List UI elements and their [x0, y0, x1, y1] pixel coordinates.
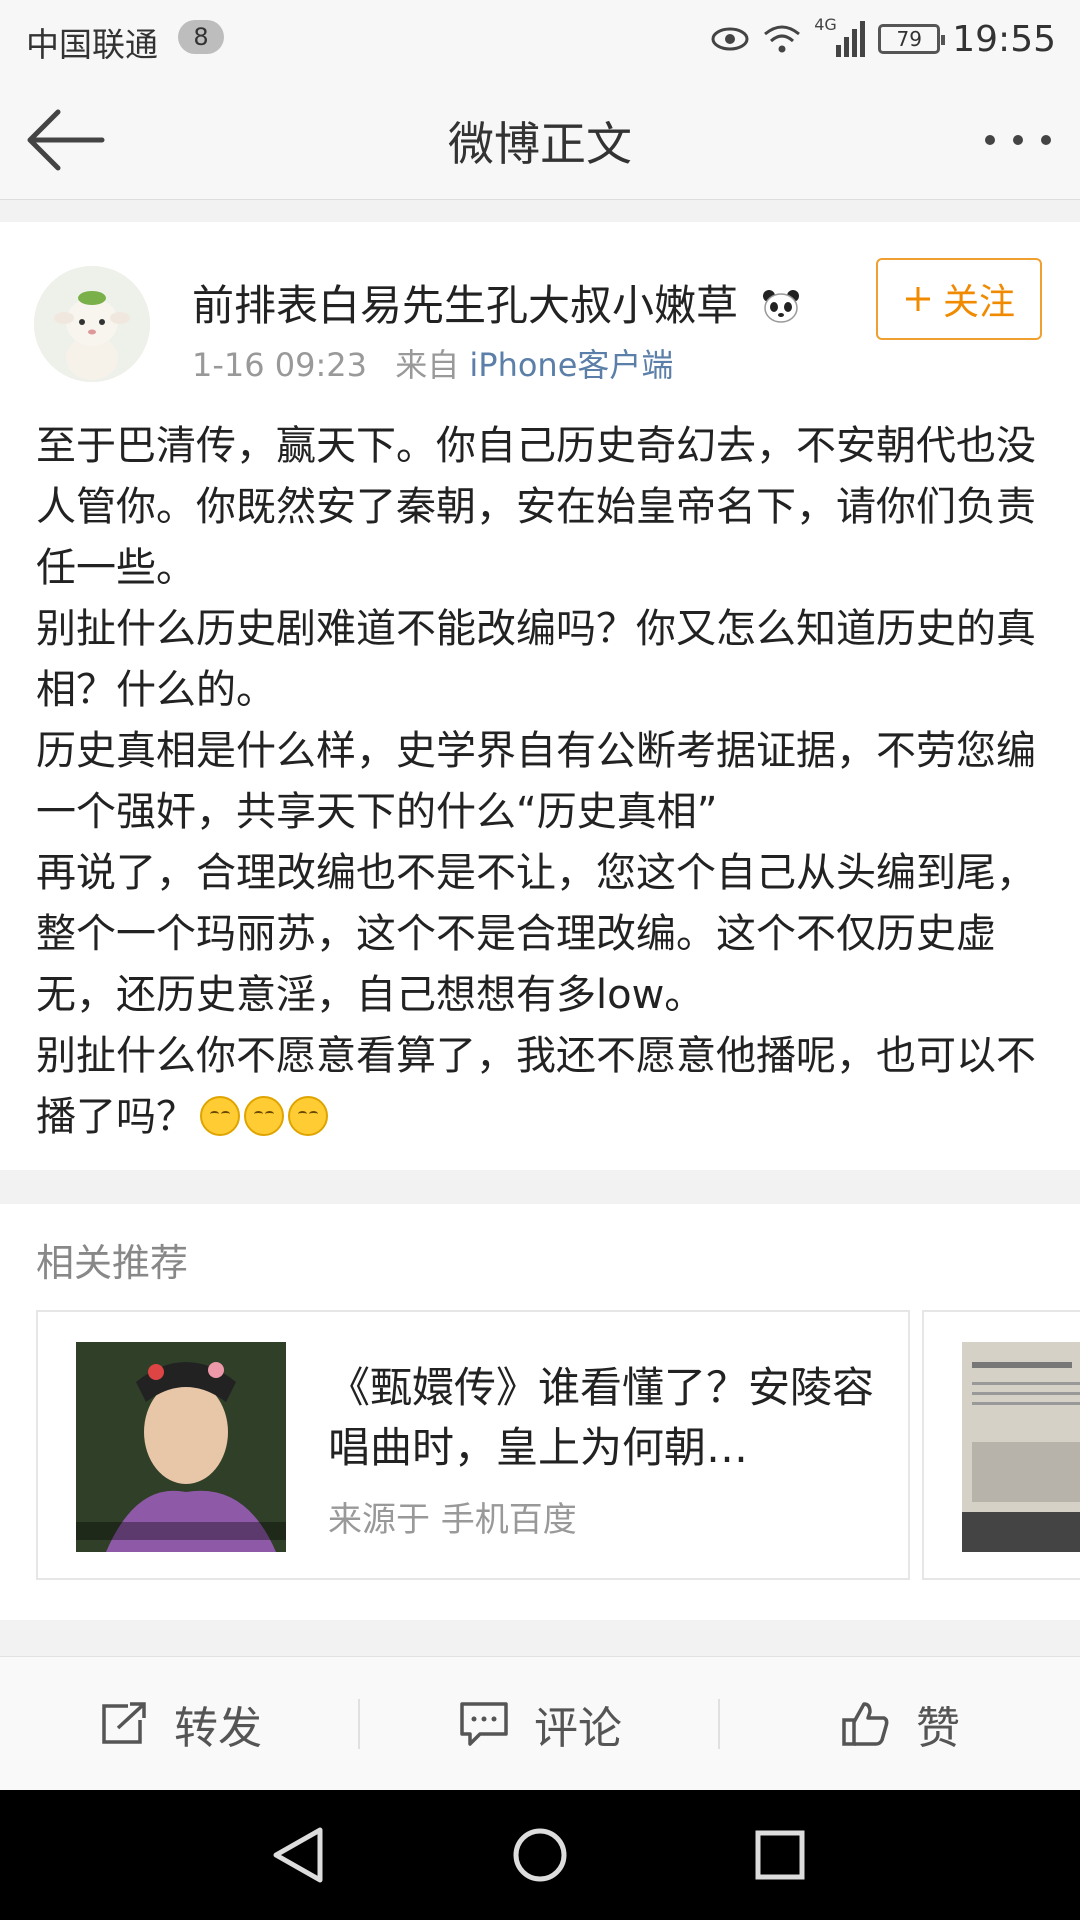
comment-label: 评论 — [534, 1703, 622, 1754]
repost-button[interactable]: 转发 — [0, 1657, 360, 1791]
status-bar: 中国联通 8 4G 79 19:55 — [0, 0, 1080, 80]
follow-button[interactable]: 关注 — [876, 258, 1042, 340]
more-button[interactable] — [978, 114, 1058, 166]
clock: 19:55 — [952, 18, 1056, 60]
nav-back-button[interactable] — [258, 1820, 338, 1890]
comment-button[interactable]: 评论 — [360, 1657, 720, 1791]
battery-icon: 79 — [878, 24, 946, 54]
wifi-icon — [764, 25, 801, 53]
like-label: 赞 — [916, 1703, 960, 1754]
post-card: 前排表白易先生孔大叔小嫩草 1-16 09:23 来自 iPhone客户端 关注… — [0, 222, 1080, 1170]
signal-icon: 4G — [814, 15, 866, 59]
page-title: 微博正文 — [448, 117, 632, 171]
related-thumbnail — [962, 1342, 1080, 1552]
post-paragraph-last: 别扯什么你不愿意看算了，我还不愿意他播呢，也可以不播了吗？ — [36, 1026, 1046, 1148]
repost-label: 转发 — [174, 1703, 262, 1754]
post-paragraph: 别扯什么历史剧难道不能改编吗？你又怎么知道历史的真相？什么的。 — [36, 606, 1036, 713]
circle-home-icon — [513, 1828, 567, 1882]
post-paragraph: 别扯什么你不愿意看算了，我还不愿意他播呢，也可以不播了吗？ — [36, 1033, 1036, 1140]
eye-icon — [711, 27, 749, 51]
post-paragraph: 再说了，合理改编也不是不让，您这个自己从头编到尾，整个一个玛丽苏，这个不是合理改… — [36, 850, 1036, 1018]
drama-still-image — [76, 1342, 286, 1552]
triangle-back-icon — [273, 1827, 323, 1883]
post-meta: 1-16 09:23 来自 iPhone客户端 — [192, 340, 673, 386]
follow-label: 关注 — [942, 282, 1015, 323]
nav-recents-button[interactable] — [740, 1820, 820, 1890]
smirk-emoji-icon — [244, 1096, 284, 1136]
carrier-label: 中国联通 — [26, 25, 158, 64]
related-heading: 相关推荐 — [36, 1241, 189, 1285]
related-source: 来源于 手机百度 — [328, 1500, 577, 1540]
smirk-emoji-icon — [200, 1096, 240, 1136]
nav-home-button[interactable] — [500, 1820, 580, 1890]
source-prefix: 来自 — [395, 346, 460, 384]
repost-icon — [102, 1702, 146, 1744]
action-bar: 转发 评论 赞 — [0, 1656, 1080, 1790]
related-card-partial[interactable] — [922, 1310, 1080, 1580]
username-text: 前排表白易先生孔大叔小嫩草 — [192, 281, 739, 330]
notification-badge: 8 — [178, 20, 224, 54]
related-title: 《甄嬛传》谁看懂了？安陵容唱曲时，皇上为何朝… — [328, 1363, 875, 1472]
document-still-image — [962, 1342, 1080, 1552]
app-header: 微博正文 — [0, 80, 1080, 200]
post-source[interactable]: iPhone客户端 — [469, 346, 673, 384]
thumbs-up-icon — [842, 1702, 889, 1746]
post-time: 1-16 09:23 — [192, 346, 368, 384]
like-button[interactable]: 赞 — [720, 1657, 1080, 1791]
related-thumbnail — [76, 1342, 286, 1552]
status-icons: 4G 79 19:55 — [710, 14, 1056, 64]
related-section: 相关推荐 《甄嬛传》谁看懂了？安陵容唱曲时，皇上为何朝… 来源于 手机百度 — [0, 1204, 1080, 1620]
username[interactable]: 前排表白易先生孔大叔小嫩草 — [192, 272, 801, 333]
post-paragraph: 至于巴清传，赢天下。你自己历史奇幻去，不安朝代也没人管你。你既然安了秦朝，安在始… — [36, 423, 1036, 591]
system-nav-bar — [0, 1790, 1080, 1920]
more-dots-icon — [985, 135, 1051, 145]
sheep-avatar-icon — [34, 266, 150, 382]
plus-icon — [905, 287, 930, 311]
post-body: 至于巴清传，赢天下。你自己历史奇幻去，不安朝代也没人管你。你既然安了秦朝，安在始… — [36, 416, 1046, 1148]
post-paragraph: 历史真相是什么样，史学界自有公断考据证据，不劳您编一个强奸，共享天下的什么“历史… — [36, 728, 1036, 835]
avatar[interactable] — [34, 266, 150, 382]
related-card[interactable]: 《甄嬛传》谁看懂了？安陵容唱曲时，皇上为何朝… 来源于 手机百度 — [36, 1310, 910, 1580]
comment-icon — [460, 1702, 508, 1746]
smirk-emoji-icon — [288, 1096, 328, 1136]
panda-badge-icon — [763, 290, 800, 323]
square-recents-icon — [755, 1830, 805, 1880]
